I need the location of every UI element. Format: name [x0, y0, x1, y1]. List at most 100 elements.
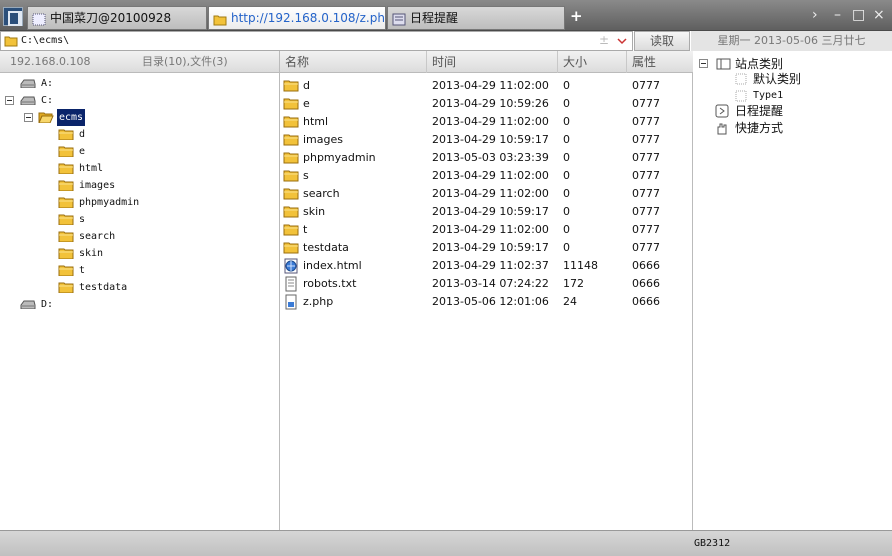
column-attr[interactable]: 属性 — [627, 51, 693, 73]
file-attr: 0777 — [632, 169, 660, 182]
folder-icon — [283, 206, 299, 218]
folder-icon — [58, 214, 74, 225]
hand-icon — [717, 123, 727, 135]
folder-icon — [283, 170, 299, 182]
tree-node[interactable]: e — [0, 143, 278, 160]
file-row[interactable]: search 2013-04-29 11:02:00 0 0777 — [280, 185, 693, 203]
column-name[interactable]: 名称 — [280, 51, 427, 73]
maximize-button[interactable]: □ — [852, 6, 865, 24]
file-size: 0 — [563, 97, 570, 110]
file-size: 0 — [563, 241, 570, 254]
scroll-tabs-button[interactable]: › — [812, 6, 818, 24]
site-icon — [716, 58, 731, 70]
dir-summary: 目录(10),文件(3) — [142, 55, 228, 68]
file-time: 2013-04-29 11:02:00 — [432, 79, 549, 92]
tree-node-label: phpmyadmin — [79, 197, 140, 208]
file-list-header: 名称 时间 大小 属性 — [280, 51, 693, 73]
tree-node[interactable]: html — [0, 160, 278, 177]
chevron-down-icon[interactable] — [617, 38, 627, 45]
close-button[interactable]: × — [873, 6, 885, 24]
tab-schedule[interactable]: 日程提醒 — [387, 6, 565, 30]
tree-node[interactable]: D: — [0, 296, 278, 313]
collapse-icon[interactable] — [24, 113, 33, 122]
file-row[interactable]: phpmyadmin 2013-05-03 03:23:39 0 0777 — [280, 149, 693, 167]
file-size: 0 — [563, 187, 570, 200]
file-attr: 0666 — [632, 295, 660, 308]
file-attr: 0777 — [632, 97, 660, 110]
minimize-button[interactable]: – — [834, 6, 841, 24]
tab-label: 中国菜刀@20100928 — [50, 11, 172, 25]
path-input[interactable]: C:\ecms\ ± — [0, 31, 633, 51]
column-time[interactable]: 时间 — [427, 51, 558, 73]
tree-node-label: D: — [41, 299, 54, 310]
date-display: 星期一 2013-05-06 三月廿七 — [691, 31, 892, 51]
folder-icon — [58, 197, 74, 208]
read-button[interactable]: 读取 — [634, 31, 690, 51]
host-address: 192.168.0.108 — [10, 55, 91, 68]
file-attr: 0777 — [632, 223, 660, 236]
new-tab-button[interactable]: + — [570, 7, 583, 25]
tree-node[interactable]: A: — [0, 75, 278, 92]
folder-icon — [283, 134, 299, 146]
file-name: d — [303, 79, 310, 92]
collapse-icon[interactable] — [699, 59, 708, 68]
file-row[interactable]: d 2013-04-29 11:02:00 0 0777 — [280, 77, 693, 95]
file-name: skin — [303, 205, 326, 218]
tab-home[interactable]: 中国菜刀@20100928 — [27, 6, 207, 30]
tree-node[interactable]: images — [0, 177, 278, 194]
php-file-icon — [285, 294, 297, 310]
tree-node[interactable]: skin — [0, 245, 278, 262]
column-size[interactable]: 大小 — [558, 51, 627, 73]
file-time: 2013-04-29 11:02:00 — [432, 223, 549, 236]
tree-node[interactable]: search — [0, 228, 278, 245]
tree-node[interactable]: ecms — [0, 109, 278, 126]
folder-icon — [213, 11, 227, 26]
file-row[interactable]: testdata 2013-04-29 10:59:17 0 0777 — [280, 239, 693, 257]
tree-node[interactable]: d — [0, 126, 278, 143]
window-menu-icon[interactable] — [3, 7, 23, 26]
category-icon — [735, 73, 747, 85]
file-row[interactable]: robots.txt 2013-03-14 07:24:22 172 0666 — [280, 275, 693, 293]
tree-node[interactable]: testdata — [0, 279, 278, 296]
tree-node[interactable]: C: — [0, 92, 278, 109]
tab-shell[interactable]: http://192.168.0.108/z.php — [208, 6, 386, 30]
file-attr: 0666 — [632, 277, 660, 290]
file-size: 0 — [563, 115, 570, 128]
file-attr: 0777 — [632, 79, 660, 92]
site-category-label: 站点类别 — [735, 57, 784, 71]
tree-node[interactable]: s — [0, 211, 278, 228]
file-attr: 0777 — [632, 205, 660, 218]
tree-node-label: testdata — [79, 282, 128, 293]
collapse-icon[interactable] — [5, 96, 14, 105]
file-row[interactable]: z.php 2013-05-06 12:01:06 24 0666 — [280, 293, 693, 311]
file-row[interactable]: e 2013-04-29 10:59:26 0 0777 — [280, 95, 693, 113]
file-row[interactable]: t 2013-04-29 11:02:00 0 0777 — [280, 221, 693, 239]
folder-icon — [58, 282, 74, 293]
tree-node-label: s — [79, 214, 86, 225]
file-time: 2013-04-29 10:59:17 — [432, 133, 549, 146]
schedule-label: 日程提醒 — [735, 104, 784, 118]
tab-bar: 中国菜刀@20100928 http://192.168.0.108/z.php… — [0, 0, 892, 31]
file-name: s — [303, 169, 309, 182]
path-history-icon[interactable]: ± — [599, 33, 609, 47]
file-time: 2013-03-14 07:24:22 — [432, 277, 549, 290]
shortcuts-label: 快捷方式 — [735, 121, 784, 135]
tree-node[interactable]: phpmyadmin — [0, 194, 278, 211]
file-size: 0 — [563, 169, 570, 182]
file-row[interactable]: skin 2013-04-29 10:59:17 0 0777 — [280, 203, 693, 221]
folder-icon — [4, 36, 18, 47]
file-row[interactable]: s 2013-04-29 11:02:00 0 0777 — [280, 167, 693, 185]
file-time: 2013-04-29 11:02:37 — [432, 259, 549, 272]
file-row[interactable]: index.html 2013-04-29 11:02:37 11148 0666 — [280, 257, 693, 275]
file-attr: 0666 — [632, 259, 660, 272]
file-row[interactable]: html 2013-04-29 11:02:00 0 0777 — [280, 113, 693, 131]
file-size: 0 — [563, 223, 570, 236]
encoding-indicator[interactable]: GB2312 — [694, 538, 730, 549]
file-name: index.html — [303, 259, 362, 272]
file-size: 11148 — [563, 259, 598, 272]
folder-icon — [283, 224, 299, 236]
tree-node[interactable]: t — [0, 262, 278, 279]
tree-node-label: search — [79, 231, 116, 242]
file-row[interactable]: images 2013-04-29 10:59:17 0 0777 — [280, 131, 693, 149]
file-attr: 0777 — [632, 241, 660, 254]
